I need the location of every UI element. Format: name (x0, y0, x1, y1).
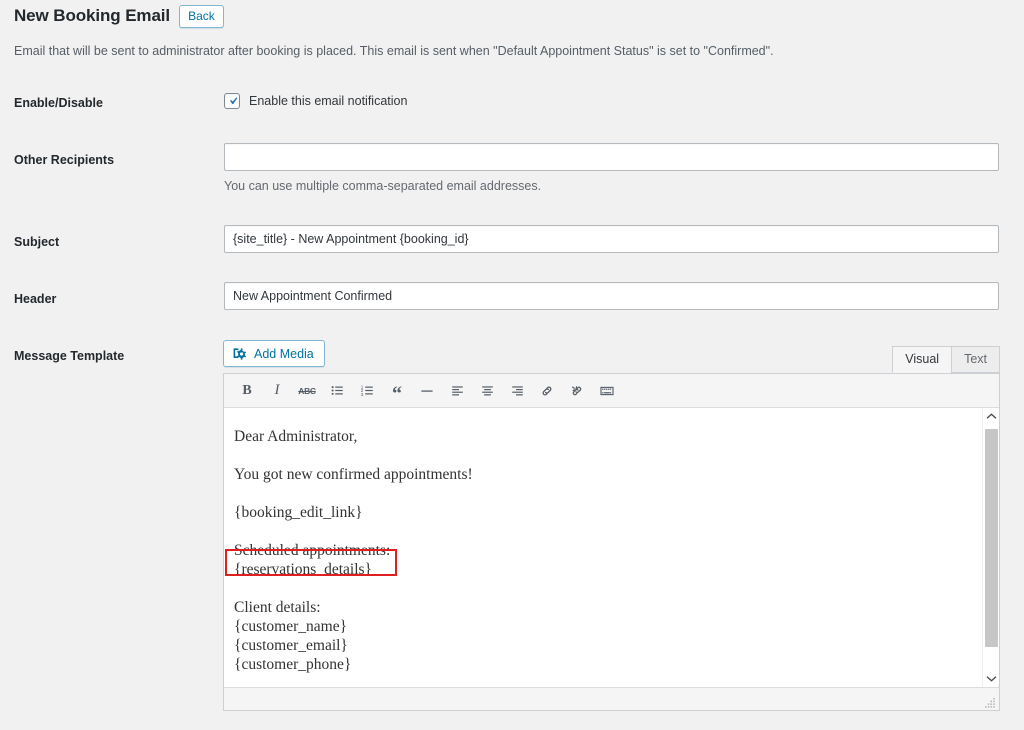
other-recipients-hint: You can use multiple comma-separated ema… (224, 179, 542, 193)
italic-button[interactable]: I (263, 378, 291, 404)
strikethrough-button[interactable]: ABC (293, 378, 321, 404)
subject-input[interactable] (224, 225, 999, 253)
page-header: New Booking Email Back (14, 2, 224, 30)
customer-name-token: {customer_name} (234, 618, 348, 635)
enable-notification-label[interactable]: Enable this email notification (249, 93, 407, 109)
bold-button[interactable]: B (233, 378, 261, 404)
other-recipients-label: Other Recipients (14, 153, 115, 167)
client-details-label: Client details: (234, 599, 321, 616)
scroll-down-arrow-icon[interactable] (983, 670, 999, 687)
scroll-up-arrow-icon[interactable] (983, 408, 999, 425)
page-description: Email that will be sent to administrator… (14, 44, 774, 58)
editor-mode-tabs: Visual Text (892, 346, 1000, 373)
body-paragraph: Dear Administrator, (234, 428, 358, 445)
customer-email-token: {customer_email} (234, 637, 348, 654)
editor-content-area[interactable]: Dear Administrator, You got new confirme… (224, 408, 999, 687)
add-media-button[interactable]: Add Media (223, 340, 325, 367)
align-left-button[interactable] (443, 378, 471, 404)
email-header-input[interactable] (224, 282, 999, 310)
scrollbar-thumb[interactable] (985, 429, 998, 647)
enable-notification-row[interactable]: Enable this email notification (224, 93, 407, 109)
add-media-label: Add Media (254, 346, 314, 361)
bulleted-list-button[interactable] (323, 378, 351, 404)
back-button[interactable]: Back (179, 4, 224, 28)
resize-grip-icon[interactable] (985, 697, 996, 708)
scrollbar-track[interactable] (983, 425, 999, 670)
enable-notification-checkbox[interactable] (224, 93, 240, 109)
editor-toolbar: B I ABC 1 2 3 “ (224, 374, 999, 408)
insert-link-button[interactable] (533, 378, 561, 404)
editor-topbar: Add Media Visual Text (223, 340, 1000, 373)
email-header-label: Header (14, 292, 57, 306)
other-recipients-input[interactable] (224, 143, 999, 171)
horizontal-rule-button[interactable] (413, 378, 441, 404)
customer-phone-token: {customer_phone} (234, 656, 352, 673)
scheduled-appointments-label: Scheduled appointments: (234, 542, 391, 559)
tab-visual[interactable]: Visual (892, 346, 953, 373)
toolbar-toggle-button[interactable] (593, 378, 621, 404)
message-template-editor: Add Media Visual Text B I ABC 1 2 3 “ De… (223, 340, 1000, 711)
email-body-text[interactable]: Dear Administrator, You got new confirme… (224, 408, 999, 674)
subject-label: Subject (14, 235, 60, 249)
page-title: New Booking Email (14, 6, 171, 25)
reservations-details-token: {reservations_details} (234, 561, 372, 578)
body-paragraph: {booking_edit_link} (234, 504, 363, 521)
editor-box: B I ABC 1 2 3 “ Dear Administrator, You … (223, 373, 1000, 711)
editor-scrollbar[interactable] (982, 408, 999, 687)
blockquote-button[interactable]: “ (383, 375, 411, 407)
align-center-button[interactable] (473, 378, 501, 404)
checkmark-icon (230, 97, 238, 104)
editor-status-bar (224, 687, 999, 710)
media-icon (233, 347, 247, 360)
align-right-button[interactable] (503, 378, 531, 404)
enable-disable-label: Enable/Disable (14, 96, 103, 110)
message-template-label: Message Template (14, 349, 125, 363)
body-paragraph: You got new confirmed appointments! (234, 466, 473, 483)
numbered-list-button[interactable]: 1 2 3 (353, 378, 381, 404)
remove-link-button[interactable] (563, 378, 591, 404)
svg-text:3: 3 (360, 392, 363, 397)
tab-text[interactable]: Text (951, 346, 1000, 373)
